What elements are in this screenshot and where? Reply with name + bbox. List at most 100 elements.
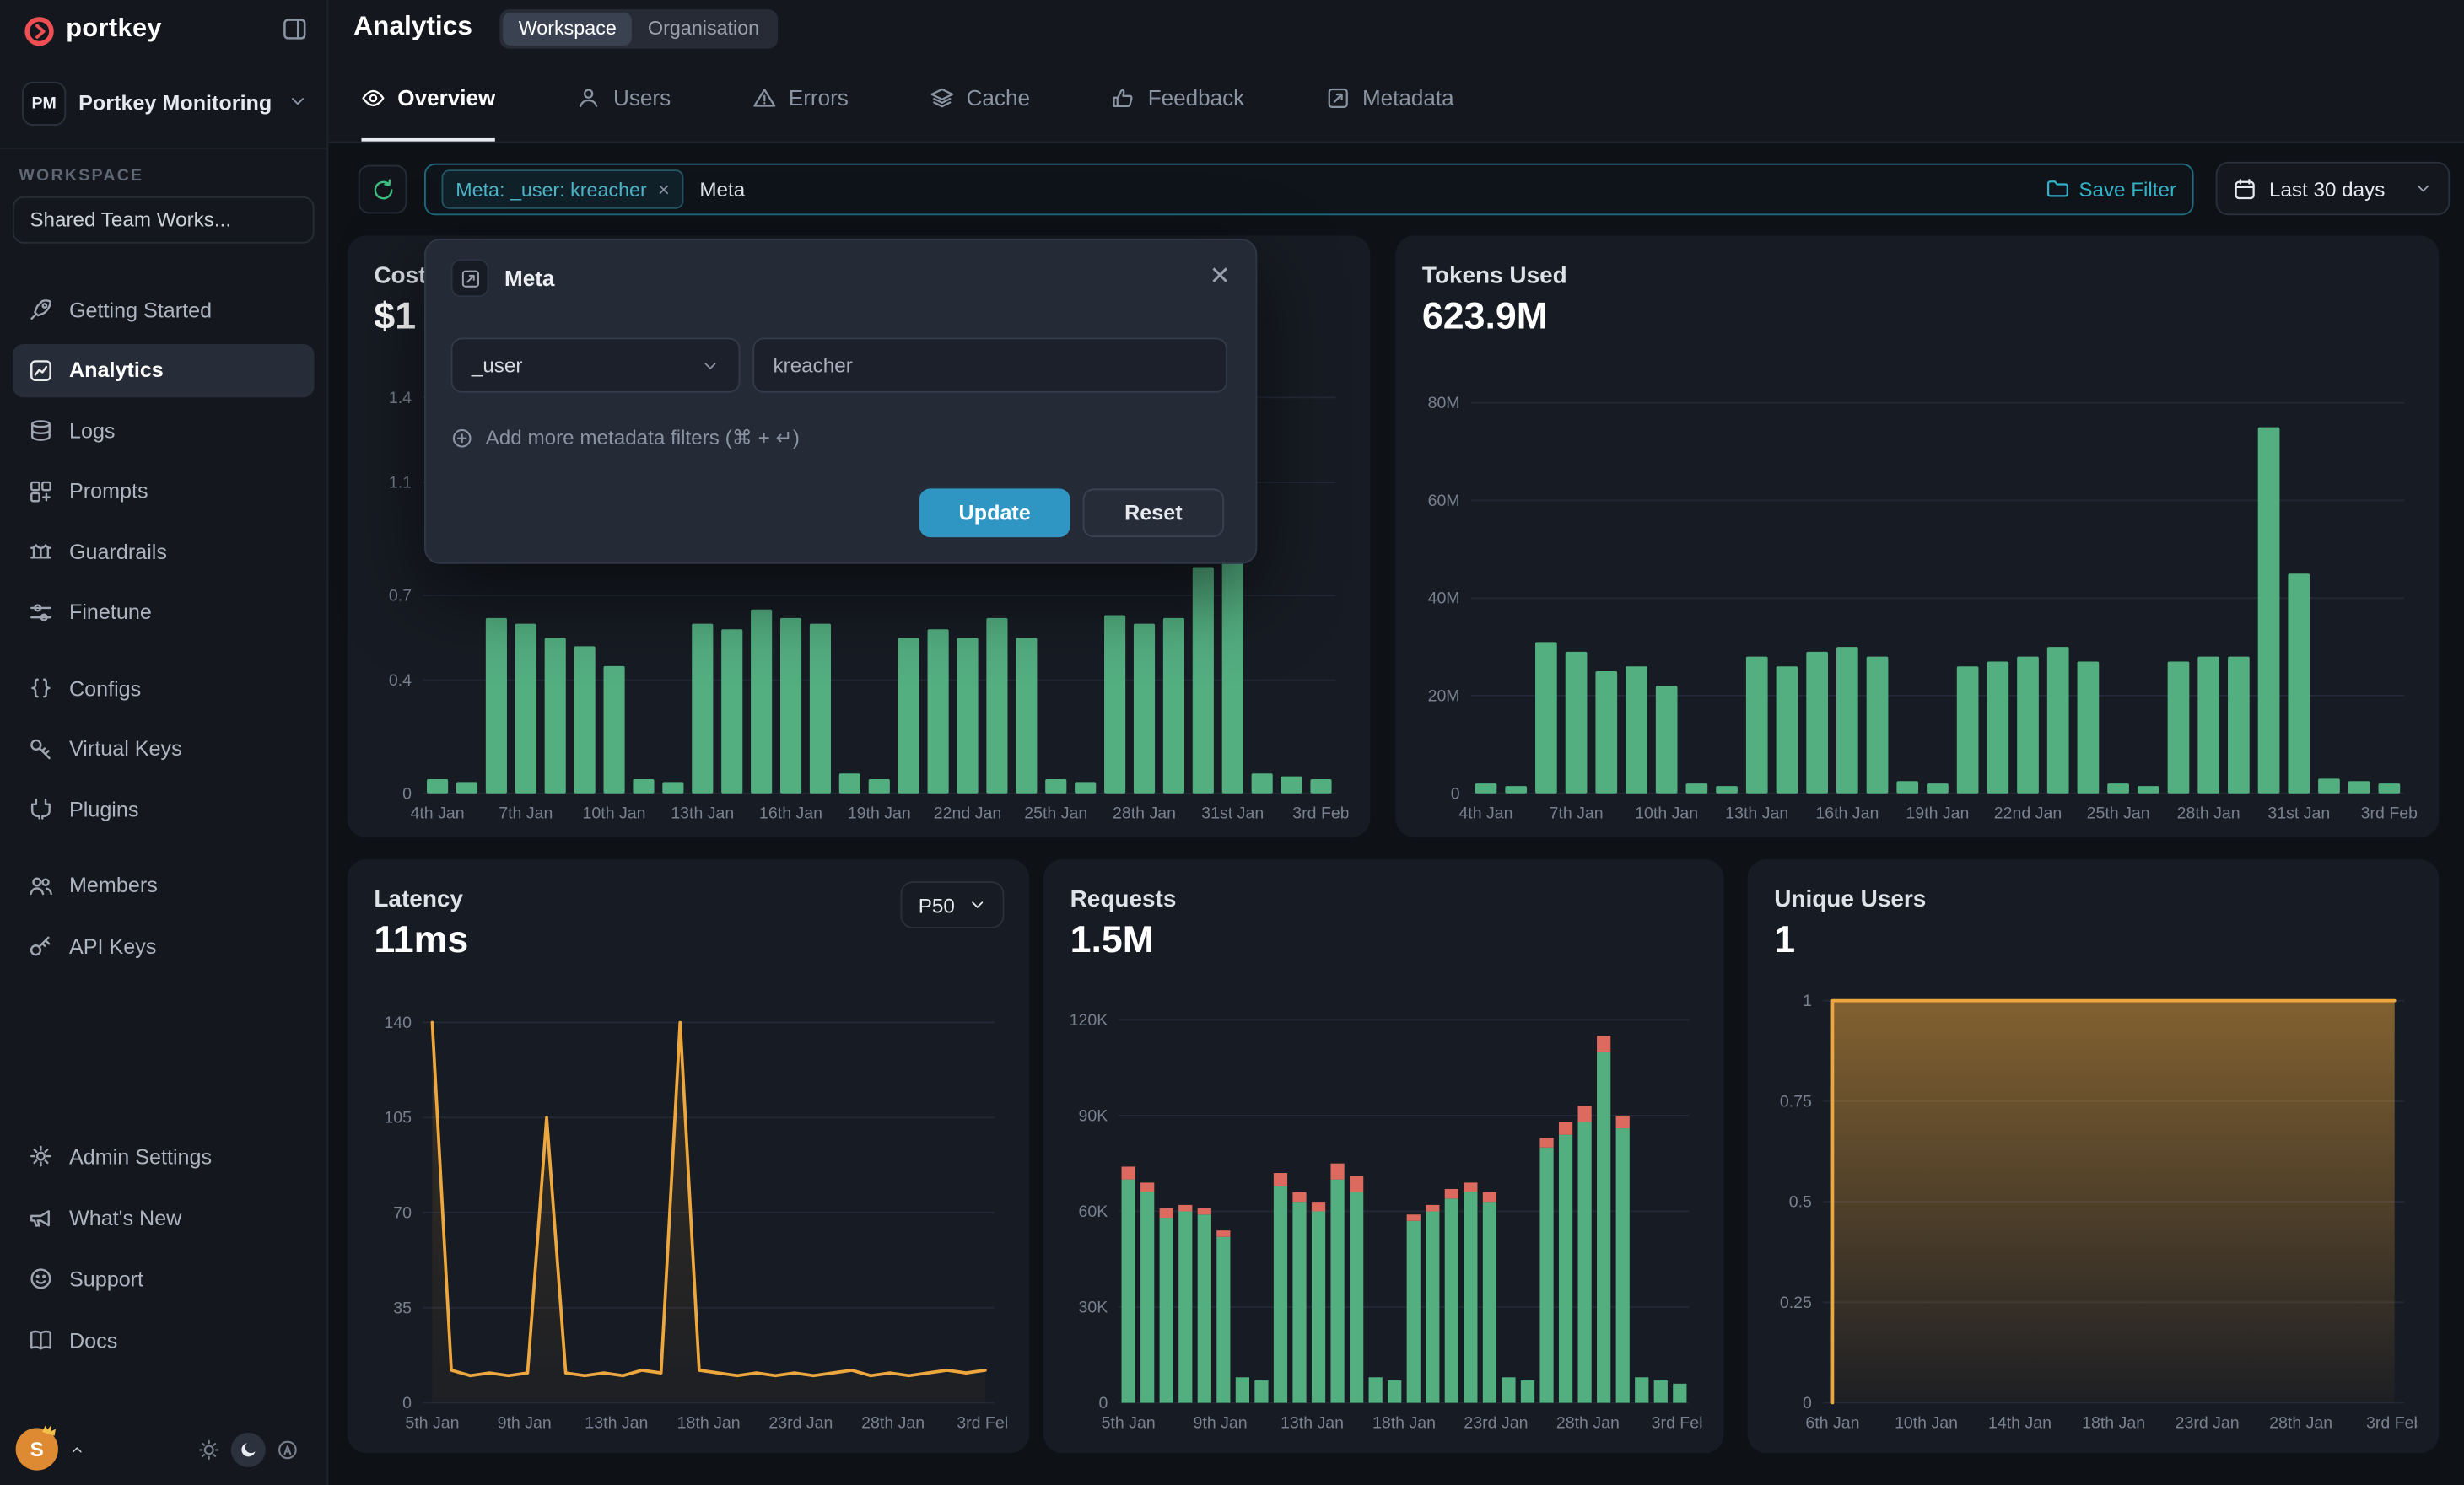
rocket-icon: [29, 297, 54, 322]
tab-label: Users: [613, 85, 671, 110]
add-more-filters-button[interactable]: Add more metadata filters (⌘ + ↵): [451, 426, 800, 451]
metadata-icon: [1326, 86, 1350, 110]
tab-bar: Overview Users Errors Cache Feedback Met…: [326, 56, 2464, 142]
unique-users-chart: 00.250.50.7516th Jan10th Jan14th Jan18th…: [1763, 991, 2417, 1434]
sidebar-item-label: Members: [69, 874, 158, 897]
tab-feedback[interactable]: Feedback: [1112, 56, 1244, 142]
tab-users[interactable]: Users: [577, 56, 671, 142]
requests-chart: 030K60K90K120K5th Jan9th Jan13th Jan18th…: [1059, 991, 1702, 1434]
tab-overview[interactable]: Overview: [361, 56, 495, 142]
close-icon[interactable]: ✕: [1210, 266, 1231, 291]
sidebar-item-label: Logs: [69, 418, 116, 442]
sidebar-nav: Getting Started Analytics Logs Prompts G…: [13, 282, 315, 979]
svg-text:0: 0: [402, 784, 412, 803]
sidebar: portkey PM Portkey Monitoring WORKSPACE …: [0, 0, 328, 1485]
svg-text:7th Jan: 7th Jan: [499, 804, 553, 823]
refresh-button[interactable]: [359, 165, 407, 214]
svg-text:10th Jan: 10th Jan: [1635, 804, 1698, 823]
svg-text:22nd Jan: 22nd Jan: [934, 804, 1001, 823]
sidebar-item-guardrails[interactable]: Guardrails: [13, 525, 315, 578]
sidebar-item-plugins[interactable]: Plugins: [13, 783, 315, 836]
sidebar-item-whats-new[interactable]: What's New: [13, 1189, 315, 1246]
svg-text:30K: 30K: [1079, 1299, 1108, 1317]
svg-text:90K: 90K: [1079, 1106, 1108, 1125]
save-filter-button[interactable]: Save Filter: [2046, 178, 2176, 202]
tab-errors[interactable]: Errors: [752, 56, 849, 142]
tab-metadata[interactable]: Metadata: [1326, 56, 1454, 142]
auto-theme-icon[interactable]: [270, 1432, 305, 1466]
metadata-value-input[interactable]: [752, 338, 1227, 393]
portkey-logo-icon: [22, 14, 57, 49]
svg-text:10th Jan: 10th Jan: [583, 804, 646, 823]
sidebar-item-analytics[interactable]: Analytics: [13, 343, 315, 396]
card-value: 1: [1774, 919, 1795, 963]
sidebar-item-label: Guardrails: [69, 540, 167, 563]
workspace-selector[interactable]: Shared Team Works...: [13, 196, 315, 244]
sidebar-item-logs[interactable]: Logs: [13, 404, 315, 457]
logs-icon: [29, 418, 54, 444]
meta-filter-modal: Meta ✕ _user Add more metadata filters (…: [424, 239, 1257, 564]
svg-text:16th Jan: 16th Jan: [1815, 804, 1879, 823]
dark-theme-icon[interactable]: [231, 1432, 266, 1466]
sidebar-item-getting-started[interactable]: Getting Started: [13, 282, 315, 336]
org-switcher[interactable]: PM Portkey Monitoring: [0, 78, 326, 132]
svg-text:3rd Feb: 3rd Feb: [2361, 804, 2417, 823]
latency-card: Latency 11ms P50 035701051405th Jan9th J…: [348, 859, 1029, 1453]
card-value: 623.9M: [1422, 295, 1548, 339]
light-theme-icon[interactable]: [191, 1432, 226, 1466]
tab-cache[interactable]: Cache: [930, 56, 1030, 142]
chevron-down-icon: [2413, 179, 2432, 197]
svg-text:22nd Jan: 22nd Jan: [1994, 804, 2062, 823]
svg-text:4th Jan: 4th Jan: [411, 804, 465, 823]
tab-label: Metadata: [1362, 85, 1454, 110]
svg-text:0: 0: [402, 1394, 412, 1412]
sidebar-item-label: Prompts: [69, 479, 148, 503]
filter-chip[interactable]: Meta: _user: kreacher ×: [441, 169, 683, 209]
svg-text:7th Jan: 7th Jan: [1550, 804, 1604, 823]
smiley-icon: [29, 1266, 54, 1291]
chevron-up-icon[interactable]: [69, 1441, 85, 1457]
date-range-button[interactable]: Last 30 days: [2216, 162, 2451, 215]
filter-query-text[interactable]: Meta: [699, 178, 745, 202]
tab-label: Errors: [789, 85, 849, 110]
svg-text:9th Jan: 9th Jan: [498, 1413, 552, 1432]
sidebar-item-api-keys[interactable]: API Keys: [13, 919, 315, 972]
chevron-down-icon: [288, 91, 308, 111]
layers-icon: [930, 86, 954, 110]
svg-text:13th Jan: 13th Jan: [585, 1413, 648, 1432]
segment-organisation[interactable]: Organisation: [632, 13, 774, 46]
sidebar-item-finetune[interactable]: Finetune: [13, 585, 315, 638]
filter-bar[interactable]: Meta: _user: kreacher × Meta Save Filter: [424, 164, 2194, 215]
sidebar-item-label: Configs: [69, 676, 141, 700]
app-root: portkey PM Portkey Monitoring WORKSPACE …: [0, 0, 2464, 1485]
add-more-label: Add more metadata filters (⌘ + ↵): [486, 426, 800, 451]
svg-text:13th Jan: 13th Jan: [1281, 1413, 1344, 1432]
configs-icon: [29, 675, 54, 701]
plugins-icon: [29, 796, 54, 821]
org-name: Portkey Monitoring: [78, 91, 272, 115]
sidebar-item-prompts[interactable]: Prompts: [13, 464, 315, 517]
reset-button[interactable]: Reset: [1083, 488, 1225, 537]
collapse-sidebar-icon[interactable]: [281, 16, 308, 43]
update-button[interactable]: Update: [919, 488, 1070, 537]
svg-text:19th Jan: 19th Jan: [1906, 804, 1969, 823]
svg-text:28th Jan: 28th Jan: [2269, 1413, 2332, 1432]
svg-text:25th Jan: 25th Jan: [1024, 804, 1087, 823]
sidebar-item-support[interactable]: Support: [13, 1251, 315, 1307]
virtual-keys-icon: [29, 736, 54, 761]
svg-text:23rd Jan: 23rd Jan: [1464, 1413, 1528, 1432]
refresh-icon: [370, 177, 396, 202]
sidebar-item-docs[interactable]: Docs: [13, 1312, 315, 1369]
sidebar-item-virtual-keys[interactable]: Virtual Keys: [13, 722, 315, 775]
user-icon: [577, 86, 601, 110]
sidebar-item-admin-settings[interactable]: Admin Settings: [13, 1128, 315, 1185]
metadata-key-select[interactable]: _user: [451, 338, 741, 393]
divider: [0, 148, 326, 149]
sidebar-item-configs[interactable]: Configs: [13, 661, 315, 714]
sidebar-item-members[interactable]: Members: [13, 858, 315, 912]
percentile-select[interactable]: P50: [900, 881, 1004, 928]
segment-workspace[interactable]: Workspace: [503, 13, 632, 46]
svg-text:70: 70: [393, 1204, 412, 1223]
percentile-label: P50: [919, 893, 955, 917]
remove-filter-icon[interactable]: ×: [658, 179, 670, 199]
